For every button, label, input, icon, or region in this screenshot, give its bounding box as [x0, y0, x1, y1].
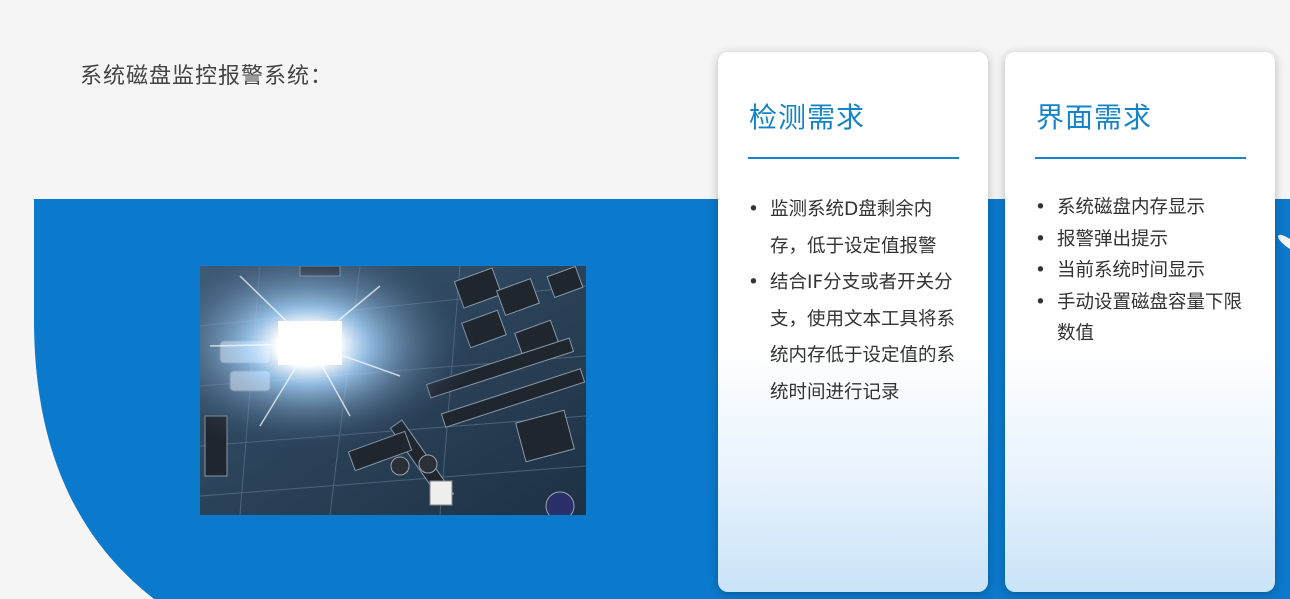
- bullet-icon: •: [1035, 228, 1046, 250]
- bullet-icon: •: [1035, 260, 1046, 281]
- list-item: • 监测系统D盘剩余内存，低于设定值报警: [748, 192, 958, 265]
- requirements-list: • 监测系统D盘剩余内存，低于设定值报警 • 结合IF分支或者开关分支，使用文本…: [748, 192, 958, 411]
- list-item-text: 手动设置磁盘容量下限数值: [1057, 291, 1243, 345]
- bullet-icon: •: [1035, 197, 1046, 218]
- list-item: • 结合IF分支或者开关分支，使用文本工具将系统内存低于设定值的系统时间进行记录: [748, 265, 958, 411]
- card-title: 检测需求: [749, 101, 866, 134]
- list-item-text: 当前系统时间显示: [1057, 260, 1206, 281]
- list-item: • 手动设置磁盘容量下限数值: [1035, 287, 1245, 350]
- bullet-icon: •: [1035, 291, 1046, 313]
- bullet-icon: •: [748, 272, 759, 293]
- list-item: • 系统磁盘内存显示: [1035, 192, 1245, 224]
- interface-requirements-card: 界面需求 • 系统磁盘内存显示 • 报警弹出提示 • 当前系统时间显示 • 手动…: [1005, 52, 1275, 592]
- circuit-board-image: [200, 266, 586, 515]
- bullet-icon: •: [748, 199, 759, 220]
- list-item-text: 报警弹出提示: [1057, 228, 1169, 250]
- list-item: • 报警弹出提示: [1035, 224, 1245, 256]
- list-item-text: 监测系统D盘剩余内存，低于设定值报警: [770, 199, 937, 257]
- requirements-list: • 系统磁盘内存显示 • 报警弹出提示 • 当前系统时间显示 • 手动设置磁盘容…: [1035, 192, 1245, 350]
- list-item: • 当前系统时间显示: [1035, 255, 1245, 287]
- detection-requirements-card: 检测需求 • 监测系统D盘剩余内存，低于设定值报警 • 结合IF分支或者开关分支…: [718, 52, 988, 592]
- card-divider: [1035, 157, 1246, 159]
- list-item-text: 系统磁盘内存显示: [1057, 197, 1206, 218]
- page-title: 系统磁盘监控报警系统：: [80, 64, 334, 89]
- card-title: 界面需求: [1036, 101, 1153, 134]
- list-item-text: 结合IF分支或者开关分支，使用文本工具将系统内存低于设定值的系统时间进行记录: [770, 272, 956, 403]
- card-divider: [748, 157, 959, 159]
